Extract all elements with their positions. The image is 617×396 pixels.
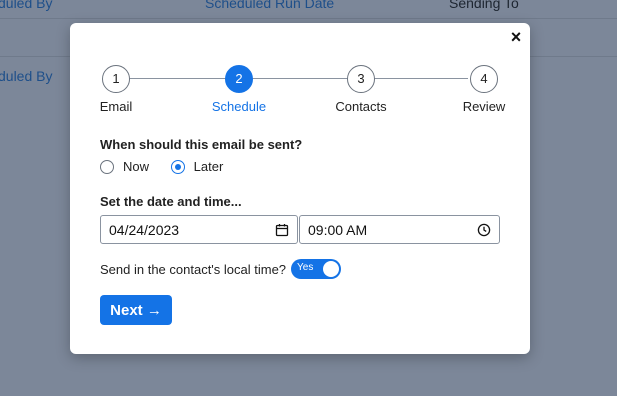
column-header-scheduled-by: duled By: [0, 0, 53, 11]
date-input[interactable]: 04/24/2023: [100, 215, 298, 244]
step-review[interactable]: 4 Review: [434, 65, 534, 114]
step-label: Schedule: [211, 99, 267, 114]
radio-later-label: Later: [193, 159, 224, 174]
column-header-scheduled-run-date: Scheduled Run Date: [205, 0, 335, 11]
calendar-icon[interactable]: [275, 223, 289, 237]
step-number: 2: [225, 65, 253, 93]
time-value: 09:00 AM: [308, 221, 368, 238]
step-label: Contacts: [335, 99, 387, 114]
step-number: 3: [347, 65, 375, 93]
radio-later-control[interactable]: [170, 159, 185, 174]
send-time-question: When should this email be sent?: [100, 137, 303, 152]
step-number: 1: [102, 65, 130, 93]
step-contacts[interactable]: 3 Contacts: [311, 65, 411, 114]
column-header-sending-to: Sending To: [449, 0, 519, 11]
date-value: 04/24/2023: [109, 221, 180, 238]
column-header-scheduled-by-2: duled By: [0, 68, 53, 84]
local-time-toggle[interactable]: Yes: [291, 259, 342, 279]
close-icon[interactable]: ×: [508, 28, 524, 46]
toggle-knob: [323, 261, 340, 277]
local-time-label: Send in the contact's local time?: [100, 261, 287, 277]
step-schedule[interactable]: 2 Schedule: [189, 65, 289, 114]
step-label: Email: [99, 99, 133, 114]
wizard-stepper: 1 Email 2 Schedule 3 Contacts 4 Review: [70, 65, 530, 117]
stepper-line: [128, 78, 468, 79]
next-button[interactable]: Next →: [100, 295, 172, 325]
radio-now-control[interactable]: [100, 159, 114, 174]
radio-later[interactable]: Later: [170, 159, 224, 174]
radio-now[interactable]: Now: [100, 159, 149, 174]
time-input[interactable]: 09:00 AM: [299, 215, 500, 244]
schedule-email-modal: × 1 Email 2 Schedule 3 Contacts 4 Review…: [70, 23, 530, 354]
step-number: 4: [470, 65, 498, 93]
step-email[interactable]: 1 Email: [66, 65, 166, 114]
send-time-options: Now Later: [100, 159, 241, 177]
clock-icon[interactable]: [477, 223, 491, 237]
toggle-label: Yes: [297, 262, 314, 273]
step-label: Review: [462, 99, 506, 114]
local-time-row: Send in the contact's local time? Yes: [100, 259, 342, 279]
datetime-heading: Set the date and time...: [100, 194, 242, 209]
radio-now-label: Now: [123, 159, 150, 174]
